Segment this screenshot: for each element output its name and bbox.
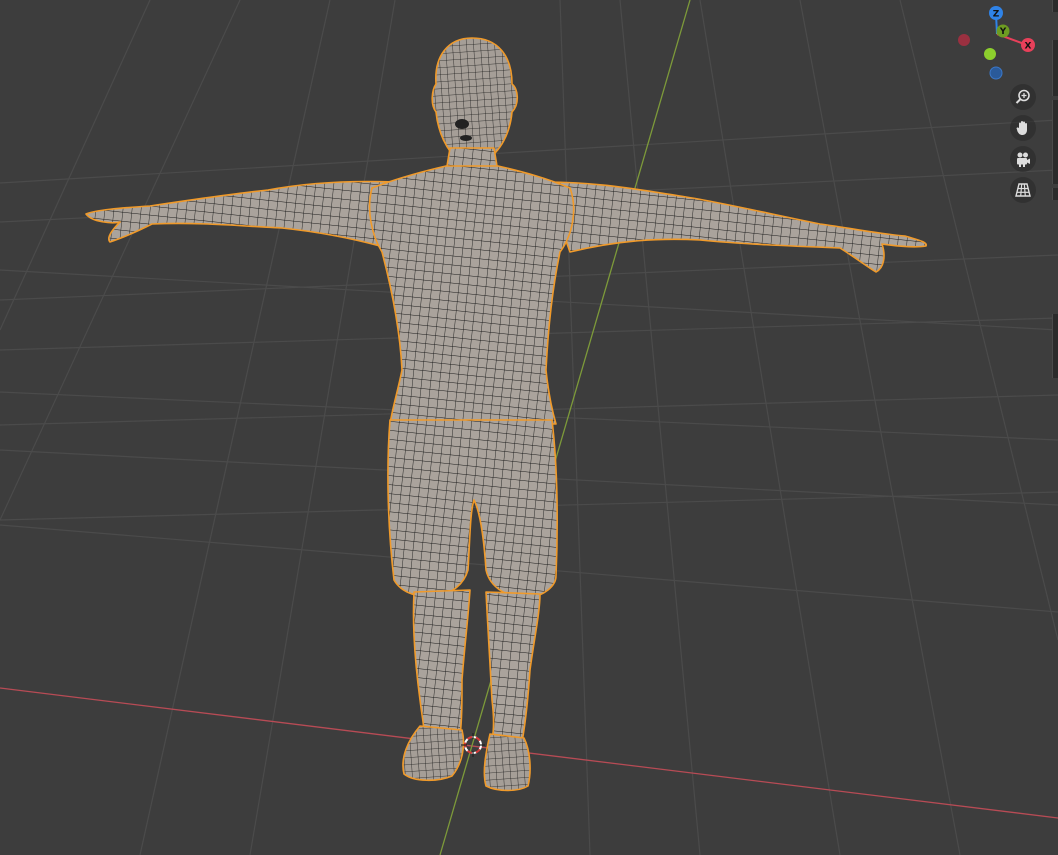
zoom-button[interactable] (1010, 84, 1036, 110)
svg-text:Y: Y (999, 27, 1007, 37)
mesh-right-leg[interactable] (485, 591, 541, 743)
sidebar-tab[interactable] (1052, 188, 1058, 200)
camera-view-button[interactable] (1010, 146, 1036, 172)
mesh-head[interactable] (431, 37, 519, 163)
svg-text:X: X (1025, 41, 1032, 51)
perspective-toggle-button[interactable] (1010, 177, 1036, 203)
gizmo-neg-z[interactable] (989, 66, 1003, 80)
pan-button[interactable] (1010, 115, 1036, 141)
gizmo-neg-y[interactable] (984, 48, 996, 60)
navigation-gizmo[interactable]: Y Z X (950, 2, 1040, 86)
gizmo-neg-x[interactable] (958, 34, 970, 46)
gizmo-x-axis[interactable]: X (1021, 38, 1035, 52)
mesh-hips[interactable] (387, 419, 558, 599)
sidebar-tab[interactable] (1052, 314, 1058, 378)
3d-viewport[interactable]: Y Z X (0, 0, 1058, 855)
hand-pan-icon (1016, 121, 1027, 135)
zoom-in-icon (1015, 89, 1030, 104)
svg-text:Z: Z (993, 9, 1000, 19)
sidebar-edge[interactable] (1047, 0, 1058, 855)
camera-icon (1017, 152, 1030, 167)
mesh-left-leg[interactable] (412, 589, 471, 737)
mesh-right-arm[interactable] (544, 181, 928, 273)
mesh-right-foot[interactable] (483, 733, 531, 792)
perspective-grid-icon (1015, 183, 1031, 197)
viewport-scene[interactable] (0, 0, 1058, 855)
mesh-left-foot[interactable] (402, 725, 465, 782)
human-mesh[interactable] (85, 37, 928, 792)
sidebar-tab[interactable] (1052, 0, 1058, 12)
mesh-left-arm[interactable] (85, 180, 396, 247)
sidebar-tab[interactable] (1052, 40, 1058, 96)
mesh-torso[interactable] (368, 165, 575, 425)
gizmo-y-axis[interactable]: Y (996, 24, 1010, 38)
sidebar-tab[interactable] (1052, 100, 1058, 184)
gizmo-z-axis[interactable]: Z (989, 6, 1003, 20)
3d-cursor[interactable] (461, 733, 485, 757)
